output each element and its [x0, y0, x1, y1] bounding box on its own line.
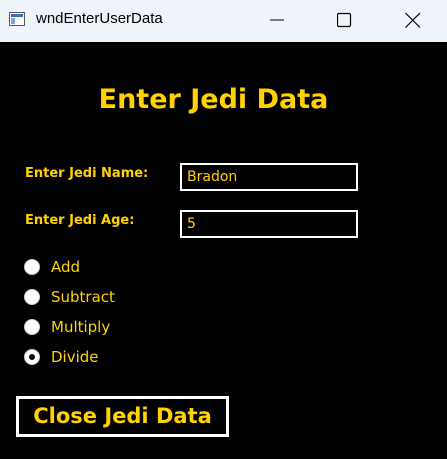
radio-label-subtract[interactable]: Subtract	[51, 288, 115, 306]
jedi-name-label: Enter Jedi Name:	[25, 166, 149, 181]
maximize-button[interactable]	[322, 0, 368, 42]
minimize-button[interactable]	[255, 0, 301, 42]
close-button[interactable]	[390, 0, 436, 42]
app-window-icon	[9, 12, 25, 26]
jedi-age-label: Enter Jedi Age:	[25, 213, 135, 228]
maximize-icon	[337, 12, 352, 28]
jedi-age-input[interactable]: 5	[180, 210, 358, 238]
title-bar[interactable]: wndEnterUserData	[0, 0, 447, 42]
radio-button[interactable]	[24, 289, 40, 305]
window-title: wndEnterUserData	[36, 10, 163, 27]
radio-label-multiply[interactable]: Multiply	[51, 318, 110, 336]
page-title: Enter Jedi Data	[98, 84, 329, 115]
radio-label-divide[interactable]: Divide	[51, 348, 99, 366]
radio-button[interactable]	[24, 259, 40, 275]
radio-button[interactable]	[24, 319, 40, 335]
minimize-icon	[270, 19, 284, 21]
radio-button-checked[interactable]	[24, 349, 40, 365]
main-window: wndEnterUserData Enter Jedi Data Enter J…	[0, 0, 447, 459]
close-icon	[405, 12, 421, 28]
jedi-name-input[interactable]: Bradon	[180, 163, 358, 191]
radio-label-add[interactable]: Add	[51, 258, 80, 276]
close-jedi-data-button[interactable]: Close Jedi Data	[16, 396, 229, 437]
